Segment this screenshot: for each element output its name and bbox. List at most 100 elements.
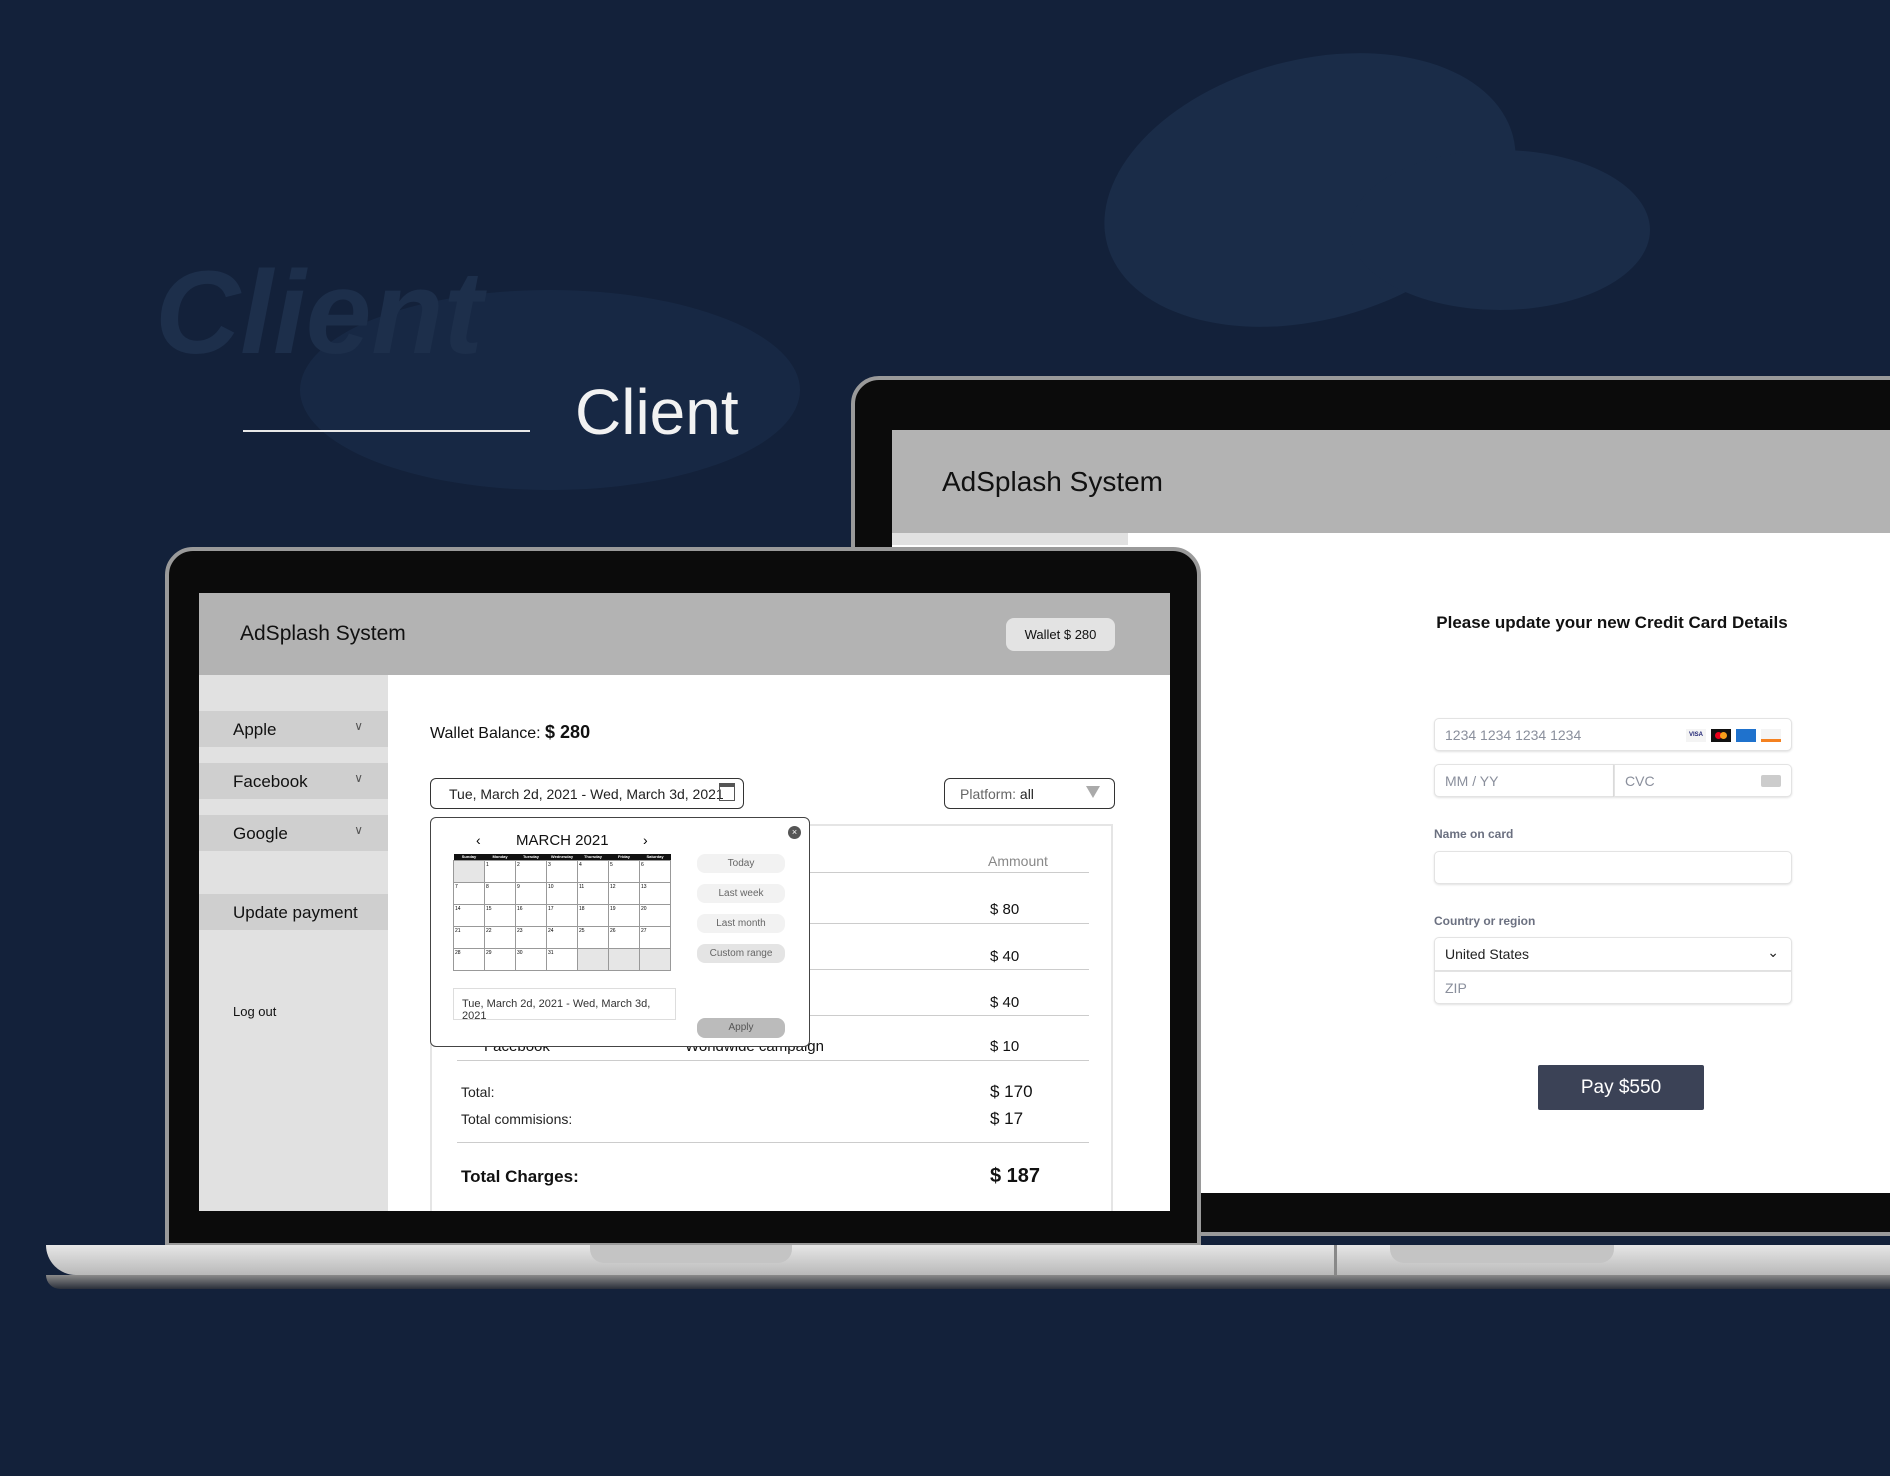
calendar-grid: Sunday Monday Tuesday Wednesday Thursday Frid… bbox=[453, 854, 671, 971]
sidebar-item-update-payment[interactable]: Update payment bbox=[199, 894, 388, 930]
calendar-day[interactable]: 3 bbox=[546, 859, 578, 883]
laptop-seam bbox=[1334, 1245, 1337, 1275]
calendar-day[interactable]: 18 bbox=[577, 903, 609, 927]
background-splash bbox=[1350, 150, 1650, 310]
sidebar bbox=[892, 533, 1128, 545]
sidebar-item-facebook[interactable]: Facebook ∨ bbox=[199, 763, 388, 799]
visa-icon: VISA bbox=[1686, 729, 1706, 742]
card-number-input[interactable]: 1234 1234 1234 1234 VISA bbox=[1434, 718, 1792, 751]
expiry-input[interactable]: MM / YY bbox=[1434, 764, 1614, 797]
total-label: Total: bbox=[461, 1084, 495, 1100]
name-on-card-input[interactable] bbox=[1434, 851, 1792, 884]
platform-label: Platform: bbox=[960, 786, 1017, 802]
country-label: Country or region bbox=[1434, 914, 1536, 928]
prev-month-button[interactable]: ‹ bbox=[476, 832, 481, 848]
chevron-down-icon: ∨ bbox=[354, 823, 363, 837]
total-charges-value: $ 187 bbox=[990, 1165, 1041, 1187]
calendar-empty-cell bbox=[577, 947, 609, 971]
amex-icon bbox=[1736, 729, 1756, 742]
calendar-day[interactable]: 20 bbox=[639, 903, 671, 927]
calendar-day[interactable]: 5 bbox=[608, 859, 640, 883]
logout-link[interactable]: Log out bbox=[233, 1004, 276, 1019]
calendar-day[interactable]: 8 bbox=[484, 881, 516, 905]
calendar-day[interactable]: 16 bbox=[515, 903, 547, 927]
calendar-day[interactable]: 17 bbox=[546, 903, 578, 927]
wallet-balance-label: Wallet Balance: bbox=[430, 725, 541, 742]
name-on-card-label: Name on card bbox=[1434, 827, 1514, 841]
divider bbox=[457, 1142, 1089, 1143]
calendar-day[interactable]: 23 bbox=[515, 925, 547, 949]
form-heading: Please update your new Credit Card Detai… bbox=[1436, 613, 1788, 632]
calendar-day[interactable]: 7 bbox=[453, 881, 485, 905]
hero-title: Client bbox=[575, 376, 739, 448]
calendar-day[interactable]: 28 bbox=[453, 947, 485, 971]
calendar-day[interactable]: 29 bbox=[484, 947, 516, 971]
calendar-day[interactable]: 1 bbox=[484, 859, 516, 883]
cvc-placeholder: CVC bbox=[1625, 773, 1655, 789]
preset-custom-range[interactable]: Custom range bbox=[697, 944, 785, 963]
calendar-day[interactable]: 22 bbox=[484, 925, 516, 949]
mastercard-icon bbox=[1711, 729, 1731, 742]
calendar-day[interactable]: 11 bbox=[577, 881, 609, 905]
calendar-day[interactable]: 10 bbox=[546, 881, 578, 905]
calendar-day[interactable]: 27 bbox=[639, 925, 671, 949]
preset-last-week[interactable]: Last week bbox=[697, 884, 785, 903]
left-laptop-screen: AdSplash System Wallet $ 280 Apple ∨ Face… bbox=[199, 593, 1170, 1211]
amount-column-header: Ammount bbox=[988, 853, 1048, 869]
chevron-down-icon: ⌄ bbox=[1767, 944, 1779, 960]
wallet-badge[interactable]: Wallet $ 280 bbox=[1006, 618, 1115, 651]
calendar-day[interactable]: 30 bbox=[515, 947, 547, 971]
chevron-down-icon: ∨ bbox=[354, 771, 363, 785]
calendar-empty-cell bbox=[608, 947, 640, 971]
sidebar-item-apple[interactable]: Apple ∨ bbox=[199, 711, 388, 747]
calendar-day[interactable]: 19 bbox=[608, 903, 640, 927]
commission-label: Total commisions: bbox=[461, 1111, 573, 1127]
next-month-button[interactable]: › bbox=[643, 832, 648, 848]
calendar-day[interactable]: 9 bbox=[515, 881, 547, 905]
preset-last-month[interactable]: Last month bbox=[697, 914, 785, 933]
total-charges-label: Total Charges: bbox=[461, 1167, 579, 1186]
calendar-day[interactable]: 14 bbox=[453, 903, 485, 927]
sidebar-item-google[interactable]: Google ∨ bbox=[199, 815, 388, 851]
date-range-input[interactable]: Tue, March 2d, 2021 - Wed, March 3d, 202… bbox=[430, 778, 744, 809]
calendar-day[interactable]: 4 bbox=[577, 859, 609, 883]
commission-value: $ 17 bbox=[990, 1109, 1024, 1128]
app-title: AdSplash System bbox=[942, 466, 1163, 497]
apply-button[interactable]: Apply bbox=[697, 1018, 785, 1038]
platform-value: all bbox=[1019, 786, 1034, 802]
calendar-day[interactable]: 25 bbox=[577, 925, 609, 949]
wallet-balance: Wallet Balance: $ 280 bbox=[430, 722, 590, 743]
zip-placeholder: ZIP bbox=[1445, 980, 1467, 996]
zip-input[interactable]: ZIP bbox=[1434, 971, 1792, 1004]
sidebar: Apple ∨ Facebook ∨ Google ∨ Update payment … bbox=[199, 675, 388, 1211]
platform-select[interactable]: Platform: all bbox=[944, 778, 1115, 809]
calendar-day[interactable]: 13 bbox=[639, 881, 671, 905]
selected-range: Tue, March 2d, 2021 - Wed, March 3d, 202… bbox=[453, 988, 676, 1022]
calendar-day[interactable]: 24 bbox=[546, 925, 578, 949]
calendar-day[interactable]: 31 bbox=[546, 947, 578, 971]
country-select[interactable]: United States ⌄ bbox=[1434, 937, 1792, 971]
chevron-down-icon: ∨ bbox=[354, 719, 363, 733]
card-number-placeholder: 1234 1234 1234 1234 bbox=[1445, 727, 1582, 743]
cvc-input[interactable]: CVC bbox=[1614, 764, 1792, 797]
date-range-value: Tue, March 2d, 2021 - Wed, March 3d, 202… bbox=[449, 786, 724, 802]
calendar-day[interactable]: 26 bbox=[608, 925, 640, 949]
calendar-day[interactable]: 21 bbox=[453, 925, 485, 949]
preset-today[interactable]: Today bbox=[697, 854, 785, 873]
laptop-notch bbox=[1390, 1245, 1614, 1263]
pay-button[interactable]: Pay $550 bbox=[1538, 1065, 1704, 1110]
amount-cell: $ 40 bbox=[990, 994, 1020, 1011]
calendar-empty-cell bbox=[453, 859, 485, 883]
sidebar-item-label: Google bbox=[233, 824, 288, 843]
calendar-day[interactable]: 12 bbox=[608, 881, 640, 905]
laptop-base-shadow bbox=[46, 1275, 1890, 1289]
total-value: $ 170 bbox=[990, 1082, 1033, 1101]
sidebar-item-label: Facebook bbox=[233, 772, 308, 791]
calendar-day[interactable]: 2 bbox=[515, 859, 547, 883]
calendar-empty-cell bbox=[639, 947, 671, 971]
expiry-placeholder: MM / YY bbox=[1445, 773, 1499, 789]
calendar-day[interactable]: 15 bbox=[484, 903, 516, 927]
app-title: AdSplash System bbox=[240, 622, 406, 645]
calendar-day[interactable]: 6 bbox=[639, 859, 671, 883]
close-icon[interactable]: × bbox=[788, 826, 801, 839]
